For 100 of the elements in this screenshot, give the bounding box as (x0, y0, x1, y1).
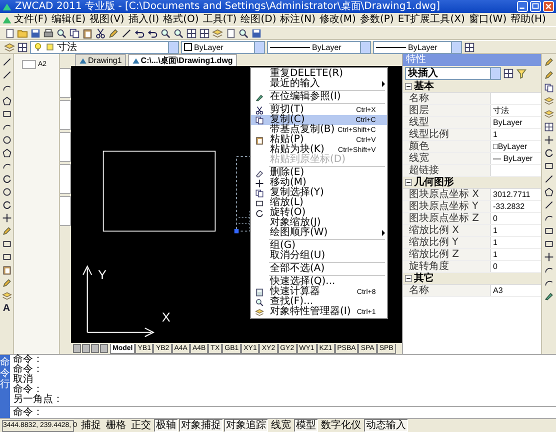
expand-toggle-icon[interactable] (405, 275, 412, 282)
property-value[interactable]: 1 (491, 129, 498, 140)
status-toggle[interactable]: 捕捉 (79, 419, 103, 432)
layers-icon[interactable] (2, 291, 12, 301)
lineweight-dropdown[interactable]: ByLayer (373, 40, 462, 54)
pencil-icon[interactable] (2, 278, 12, 288)
command-input[interactable]: 命令： (10, 406, 556, 418)
page-icon[interactable] (225, 28, 236, 38)
menu-item[interactable]: ET扩展工具(X) (396, 14, 467, 26)
rotate-icon[interactable] (2, 200, 12, 210)
status-toggle[interactable]: 对象追踪 (224, 419, 268, 432)
layers-icon[interactable] (4, 42, 15, 52)
menu-item[interactable]: 格式(O) (161, 14, 201, 26)
line-icon[interactable] (544, 200, 554, 210)
context-menu-item[interactable]: 旋转(O) (251, 208, 387, 218)
property-value[interactable]: ByLayer (491, 117, 522, 128)
context-menu-item[interactable]: 快速选择(Q)... (251, 277, 387, 287)
context-menu-item[interactable]: 最近的输入 (251, 79, 387, 89)
menu-item[interactable]: 文件(F) (12, 14, 50, 26)
polygon-icon[interactable] (544, 187, 554, 197)
maximize-button[interactable] (530, 1, 541, 12)
context-menu-item[interactable]: 绘图顺序(W) (251, 228, 387, 238)
status-toggle[interactable]: 对象捕捉 (179, 419, 223, 432)
pencil-icon[interactable] (2, 226, 12, 236)
status-toggle[interactable]: 动态输入 (364, 419, 408, 432)
grid-icon[interactable] (199, 28, 210, 38)
move-icon[interactable] (2, 213, 12, 223)
menu-item[interactable]: 工具(T) (200, 14, 239, 26)
search-icon[interactable] (160, 28, 171, 38)
rectangle-icon[interactable] (2, 109, 12, 119)
linetype-dropdown[interactable]: ByLayer (267, 40, 371, 54)
status-toggle[interactable]: 数字化仪 (319, 419, 363, 432)
property-value[interactable]: □ByLayer (491, 141, 528, 152)
clipboard-icon[interactable] (82, 28, 93, 38)
undo-icon[interactable] (147, 28, 158, 38)
menu-item[interactable]: 插入(I) (126, 14, 162, 26)
context-menu-item[interactable]: 查找(F)... (251, 297, 387, 307)
status-toggle[interactable]: 正交 (129, 419, 153, 432)
menu-item[interactable]: 窗口(W) (466, 14, 509, 26)
copy-icon[interactable] (544, 83, 554, 93)
menu-item[interactable]: 编辑(E) (50, 14, 88, 26)
clipboard-icon[interactable] (2, 265, 12, 275)
minimize-button[interactable] (517, 1, 528, 12)
status-toggle[interactable]: 栅格 (104, 419, 128, 432)
pencil-icon[interactable] (108, 28, 119, 38)
filter-icon[interactable] (516, 68, 527, 79)
object-type-dropdown[interactable]: 块插入 (405, 67, 501, 80)
property-value[interactable]: — ByLayer (491, 153, 533, 164)
pencil-icon[interactable] (544, 70, 554, 80)
save-icon[interactable] (251, 28, 262, 38)
property-value[interactable]: 1 (491, 249, 498, 260)
property-value[interactable]: 0 (491, 213, 498, 224)
search-icon[interactable] (56, 28, 67, 38)
status-toggle[interactable]: 线宽 (269, 419, 293, 432)
property-value[interactable]: A3 (491, 285, 503, 296)
search-icon[interactable] (238, 28, 249, 38)
expand-toggle-icon[interactable] (405, 83, 412, 90)
menu-item[interactable]: 视图(V) (88, 14, 126, 26)
line-icon[interactable] (2, 57, 12, 67)
search-icon[interactable] (173, 28, 184, 38)
expand-toggle-icon[interactable] (405, 179, 412, 186)
context-menu-item[interactable]: 在位编辑参照(I) (251, 92, 387, 102)
property-value[interactable]: 0 (491, 261, 498, 272)
rotate-icon[interactable] (544, 148, 554, 158)
grid-icon[interactable] (186, 28, 197, 38)
grid-icon[interactable] (544, 122, 554, 132)
menu-item[interactable]: 标注(N) (278, 14, 318, 26)
menu-item[interactable]: 修改(M) (318, 14, 358, 26)
arc-icon[interactable] (2, 161, 12, 171)
document-tab[interactable]: C:\...\桌面\Drawing1.dwg (128, 54, 237, 66)
line-icon[interactable] (544, 174, 554, 184)
property-value[interactable]: 3012.7711 (491, 189, 530, 200)
save-icon[interactable] (30, 28, 41, 38)
context-menu-item[interactable]: 全部不选(A) (251, 264, 387, 274)
page-icon[interactable] (4, 28, 15, 38)
polygon-icon[interactable] (2, 148, 12, 158)
move-icon[interactable] (544, 252, 554, 262)
tab-navigation-buttons[interactable] (71, 344, 110, 353)
property-value[interactable]: 1 (491, 237, 498, 248)
scissors-icon[interactable] (95, 28, 106, 38)
arc-icon[interactable] (2, 83, 12, 93)
context-menu-item[interactable]: 对象缩放(J) (251, 218, 387, 228)
layers-icon[interactable] (544, 109, 554, 119)
circle-icon[interactable] (2, 187, 12, 197)
text-tool-button[interactable]: A (2, 304, 10, 314)
layer-dropdown[interactable]: 寸法 (30, 40, 179, 54)
property-value[interactable]: -33.2832 (491, 201, 525, 212)
copy-icon[interactable] (69, 28, 80, 38)
context-menu-item[interactable]: 重复DELETE(R) (251, 69, 387, 79)
move-icon[interactable] (544, 135, 554, 145)
layers-icon[interactable] (544, 96, 554, 106)
layers-icon[interactable] (212, 28, 223, 38)
circle-icon[interactable] (2, 135, 12, 145)
context-menu-item[interactable]: 删除(E) (251, 168, 387, 178)
context-menu-item[interactable]: 缩放(L) (251, 198, 387, 208)
select-objects-icon[interactable] (503, 68, 514, 79)
menu-item[interactable]: 帮助(H) (508, 14, 548, 26)
context-menu-item[interactable]: 取消分组(U) (251, 251, 387, 261)
line-icon[interactable] (2, 70, 12, 80)
status-toggle[interactable]: 模型 (294, 419, 318, 432)
